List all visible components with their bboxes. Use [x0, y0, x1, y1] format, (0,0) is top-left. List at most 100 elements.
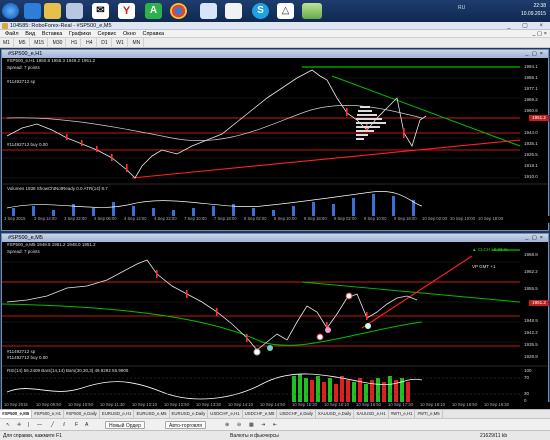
menu-window-controls[interactable]: _ ▢ × [532, 30, 547, 38]
signal-marker[interactable] [253, 348, 261, 356]
media-icon[interactable] [66, 3, 83, 19]
text-icon[interactable]: A [82, 421, 91, 429]
tab-wti-m5[interactable]: #WTI_e,M5 [415, 410, 443, 418]
chart-h1-area[interactable]: #SP500_e,H1 1950.8 1955.3 1949.2 1951.2 … [2, 58, 550, 223]
y-tick: 1960.6 [524, 108, 538, 113]
menu-insert[interactable]: Вставка [42, 30, 62, 38]
tf-m1[interactable]: M1 [0, 38, 14, 48]
chart-m5-area[interactable]: #SP500_e,M5 1949.8 1951.2 1948.0 1951.2 … [2, 242, 550, 409]
chart-window-m5[interactable]: #SP500_e,M5 _▢× #SP500_e,M5 1949.8 1951.… [1, 233, 550, 409]
chart-tabs: #SP500_e,M5 #SP500_e,H1 #SP500_e,Daily EURU… [0, 409, 550, 418]
tf-mn[interactable]: MN [129, 38, 145, 48]
menu-tools[interactable]: Сервис [98, 30, 117, 38]
trendline-icon[interactable]: ╱ [48, 421, 57, 429]
signal-marker[interactable] [325, 327, 331, 333]
app-titlebar[interactable]: 104585: RoboForex-Real - #SP500_e,M5 _ ▢… [0, 22, 550, 30]
x-tick: 8 Sep 18:00 [304, 216, 327, 221]
tray-clock[interactable]: 22:38 10.09.2015 [521, 2, 546, 18]
explorer-window-icon[interactable] [200, 3, 217, 19]
signal-marker[interactable] [345, 292, 353, 300]
bottom-toolbar: ↖ ✛ | — ╱ ⫽ F A Новый Ордер Авто-торговл… [0, 418, 550, 430]
signal-marker[interactable] [316, 333, 324, 341]
chart-m5-svg[interactable] [2, 242, 550, 409]
signal-marker[interactable] [365, 323, 371, 329]
tf-m30[interactable]: M30 [50, 38, 67, 48]
tab-eurusd-m5[interactable]: EURUSD_e,M5 [134, 410, 170, 418]
fibo-icon[interactable]: F [72, 421, 81, 429]
tab-sp500-h1[interactable]: #SP500_e,H1 [32, 410, 64, 418]
tab-wti-h1[interactable]: #WTI_e,H1 [389, 410, 416, 418]
chart-window-title[interactable]: #SP500_e,H1 _▢× [2, 50, 548, 58]
x-tick: 3 Sep 22:00 [64, 216, 87, 221]
tf-w1[interactable]: W1 [113, 38, 128, 48]
channel-icon[interactable]: ⫽ [60, 421, 68, 429]
y-tick: 1962.2 [524, 269, 538, 274]
menu-window[interactable]: Окно [123, 30, 136, 38]
android-icon[interactable]: A [145, 3, 162, 19]
chart-window-h1[interactable]: #SP500_e,H1 _▢× #SP500_e,H1 1950.8 1955.… [1, 49, 550, 231]
tab-xauusd-h1[interactable]: XAUUSD_e,H1 [354, 410, 389, 418]
tf-m5[interactable]: M5 [16, 38, 30, 48]
y-tick: 1994.1 [524, 64, 538, 69]
tf-d1[interactable]: D1 [98, 38, 112, 48]
tab-xauusd-daily[interactable]: XAUUSD_e,Daily [316, 410, 355, 418]
red-trendline[interactable] [131, 139, 521, 179]
menu-view[interactable]: Вид [25, 30, 35, 38]
app-window-icon[interactable] [225, 3, 242, 19]
buy-label: #11492712 buy 0.00 [7, 355, 48, 360]
zoom-in-icon[interactable]: ⊕ [222, 421, 232, 429]
tray-lang[interactable]: RU [458, 5, 465, 11]
chrome-icon[interactable] [170, 3, 187, 19]
metatrader-icon[interactable] [302, 3, 322, 19]
x-tick: 10 Sep 12:10 [132, 402, 157, 407]
horizontal-line-icon[interactable]: — [34, 421, 45, 429]
tab-sp500-daily[interactable]: #SP500_e,Daily [64, 410, 100, 418]
chart-window-title-text: #SP500_e,H1 [8, 51, 43, 57]
yandex-icon[interactable]: Y [118, 3, 135, 19]
chart-window-title[interactable]: #SP500_e,M5 _▢× [2, 234, 548, 242]
alert-triangle-icon[interactable]: △ [277, 3, 294, 19]
folder-icon[interactable] [44, 3, 61, 19]
autoscroll-icon[interactable]: ⇥ [258, 421, 268, 429]
menu-charts[interactable]: Графики [69, 30, 91, 38]
price-path [6, 259, 418, 351]
crosshair-icon[interactable]: ✛ [14, 421, 24, 429]
grid-toggle-icon[interactable]: ▦ [246, 421, 257, 429]
tf-h4[interactable]: H4 [83, 38, 97, 48]
y-tick: 1948.9 [524, 318, 538, 323]
chart-window-controls[interactable]: _▢× [526, 234, 546, 242]
autotrade-button[interactable]: Авто-торговля [165, 421, 207, 429]
tab-usdchf-h1[interactable]: USDCHF_e,H1 [208, 410, 243, 418]
green-trendline[interactable] [301, 281, 521, 303]
signal-marker[interactable] [267, 345, 273, 351]
chart-h1-svg[interactable] [2, 58, 550, 223]
x-tick: 10 Sep 11:30 [100, 402, 125, 407]
x-tick: 10 Sep 17:30 [388, 402, 413, 407]
tab-eurusd-h1[interactable]: EURUSD_e,H1 [100, 410, 135, 418]
status-profile[interactable]: Валюты и фьючерсы [230, 431, 279, 440]
tf-m15[interactable]: M15 [31, 38, 48, 48]
yandex-mail-icon[interactable]: ✉ [92, 3, 109, 19]
tf-h1[interactable]: H1 [68, 38, 82, 48]
new-order-label: Новый Ордер [109, 423, 141, 429]
tab-sp500-m5[interactable]: #SP500_e,M5 [0, 410, 33, 418]
new-order-button[interactable]: Новый Ордер [105, 421, 145, 429]
chart-shift-icon[interactable]: ⇤ [270, 421, 280, 429]
tab-usdchf-m5[interactable]: USDCHF_e,M5 [243, 410, 278, 418]
window-controls[interactable]: _ ▢ × [507, 22, 548, 30]
zoom-out-icon[interactable]: ⊖ [234, 421, 244, 429]
tab-usdchf-daily[interactable]: USDCHF_e,Daily [277, 410, 316, 418]
ie-icon[interactable] [24, 3, 41, 19]
ohlc-text: #SP500_e,H1 1950.8 1955.3 1949.2 1951.2 [7, 58, 96, 63]
start-orb-icon[interactable] [2, 3, 19, 19]
cursor-icon[interactable]: ↖ [3, 421, 13, 429]
tab-eurusd-daily[interactable]: EURUSD_e,Daily [170, 410, 209, 418]
menu-file[interactable]: Файл [5, 30, 19, 38]
chart-window-controls[interactable]: _▢× [526, 50, 546, 58]
skype-icon[interactable]: S [252, 3, 269, 19]
vertical-line-icon[interactable]: | [25, 421, 32, 429]
volume-bars [12, 194, 415, 216]
menu-help[interactable]: Справка [142, 30, 164, 38]
red-trendline[interactable] [361, 255, 473, 329]
x-tick: 3 Sep 14:00 [34, 216, 57, 221]
